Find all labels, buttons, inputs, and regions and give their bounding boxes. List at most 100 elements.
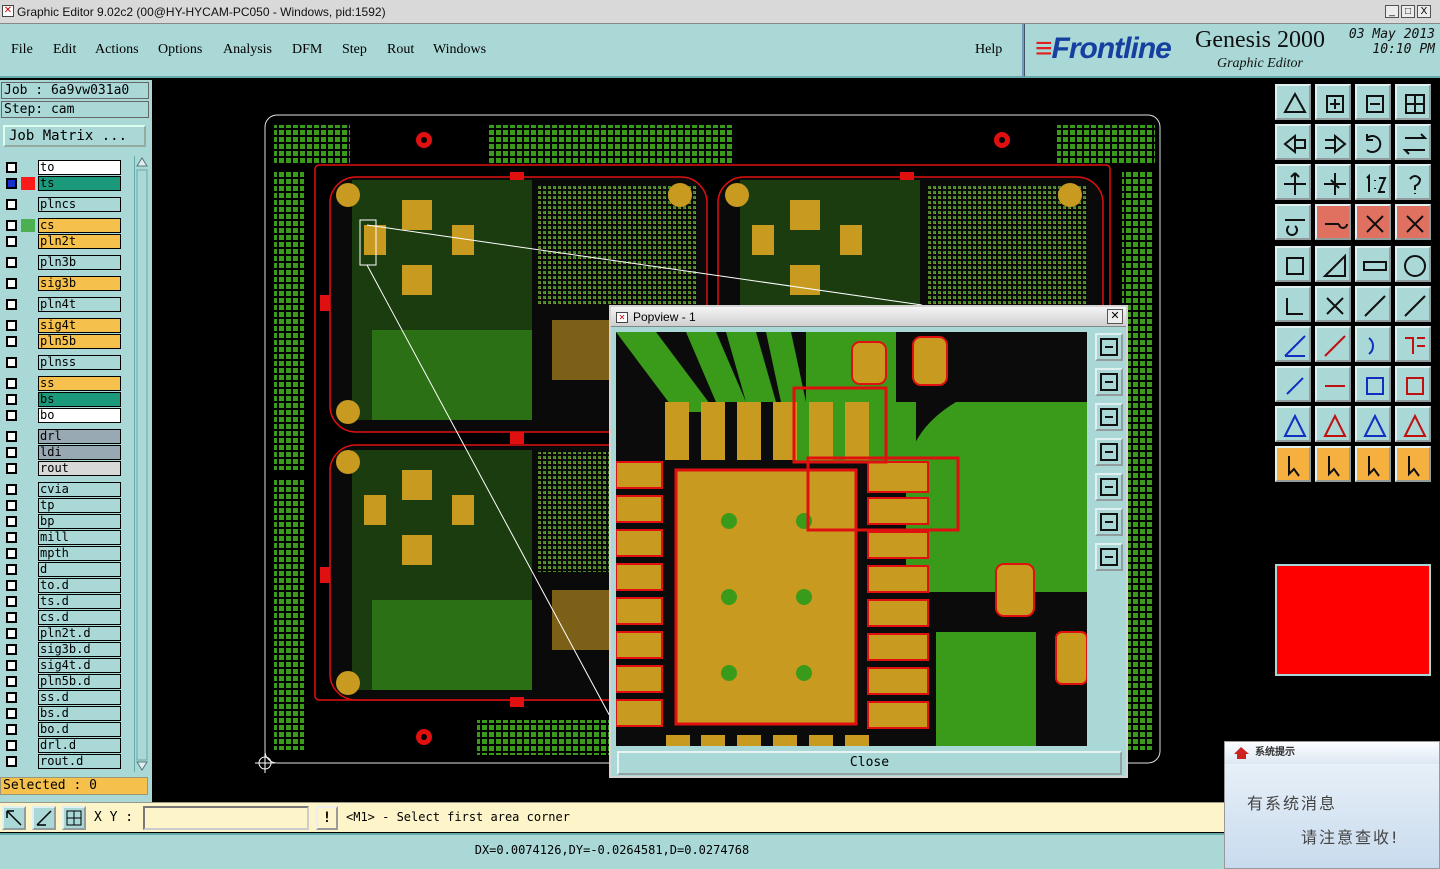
swap-button[interactable] bbox=[1395, 124, 1431, 160]
layer-name[interactable]: bo bbox=[38, 408, 121, 423]
layer-row-plncs[interactable]: plncs bbox=[3, 197, 121, 212]
layer-name[interactable]: cs.d bbox=[38, 610, 121, 625]
layer-name[interactable]: sig3b.d bbox=[38, 642, 121, 657]
layer-checkbox[interactable] bbox=[6, 484, 17, 495]
triangle-b-button[interactable] bbox=[1315, 406, 1351, 442]
layer-row-bp[interactable]: bp bbox=[3, 514, 121, 529]
layer-row-sig3b[interactable]: sig3b bbox=[3, 276, 121, 291]
zoom-out-button[interactable] bbox=[1355, 84, 1391, 120]
fit-button[interactable] bbox=[1275, 164, 1311, 200]
popview-zoom-out-button[interactable] bbox=[1095, 403, 1123, 431]
popview-close-button[interactable]: Close bbox=[617, 751, 1122, 775]
tool-a-button[interactable] bbox=[1275, 204, 1311, 240]
arrow-area-button[interactable] bbox=[1355, 446, 1391, 482]
triangle-a-button[interactable] bbox=[1275, 406, 1311, 442]
popview-pan-left-button[interactable] bbox=[1095, 438, 1123, 466]
popview-pan-right-button[interactable] bbox=[1095, 473, 1123, 501]
layer-scrollbar[interactable] bbox=[134, 156, 148, 772]
layer-checkbox[interactable] bbox=[6, 431, 17, 442]
pan-right-button[interactable] bbox=[1315, 124, 1351, 160]
arrow-move-button[interactable] bbox=[1395, 446, 1431, 482]
layer-name[interactable]: mpth bbox=[38, 546, 121, 561]
layer-checkbox[interactable] bbox=[6, 500, 17, 511]
popview-fit-button[interactable] bbox=[1095, 333, 1123, 361]
layer-row-pln2t-d[interactable]: pln2t.d bbox=[3, 626, 121, 641]
layer-name[interactable]: pln5b bbox=[38, 334, 121, 349]
layer-checkbox[interactable] bbox=[6, 516, 17, 527]
layer-checkbox[interactable] bbox=[6, 756, 17, 767]
layer-name[interactable]: mill bbox=[38, 530, 121, 545]
popview-close-icon[interactable]: ✕ bbox=[1107, 309, 1123, 324]
arrow-select-button[interactable] bbox=[1315, 446, 1351, 482]
layer-row-sig3b-d[interactable]: sig3b.d bbox=[3, 642, 121, 657]
color-swap-button[interactable] bbox=[1315, 246, 1351, 282]
layer-name[interactable]: drl.d bbox=[38, 738, 121, 753]
layer-row-ts-d[interactable]: ts.d bbox=[3, 594, 121, 609]
menu-options[interactable]: Options bbox=[158, 42, 202, 58]
layer-checkbox[interactable] bbox=[6, 394, 17, 405]
minimize-button[interactable]: _ bbox=[1385, 5, 1399, 18]
job-matrix-button[interactable]: Job Matrix ... bbox=[3, 125, 146, 147]
layer-row-d[interactable]: d bbox=[3, 562, 121, 577]
select-black-button[interactable] bbox=[1275, 246, 1311, 282]
layer-row-ss[interactable]: ss bbox=[3, 376, 121, 391]
layer-row-cvia[interactable]: cvia bbox=[3, 482, 121, 497]
popview-zoom-in-button[interactable] bbox=[1095, 368, 1123, 396]
layer-name[interactable]: d bbox=[38, 562, 121, 577]
layer-row-bs[interactable]: bs bbox=[3, 392, 121, 407]
angle-button[interactable] bbox=[1275, 326, 1311, 362]
menu-step[interactable]: Step bbox=[342, 42, 367, 58]
layer-name[interactable]: ss.d bbox=[38, 690, 121, 705]
pan-left-button[interactable] bbox=[1275, 124, 1311, 160]
layer-name[interactable]: rout bbox=[38, 461, 121, 476]
layer-checkbox[interactable] bbox=[6, 724, 17, 735]
layer-row-to-d[interactable]: to.d bbox=[3, 578, 121, 593]
menu-help[interactable]: Help bbox=[975, 42, 1002, 58]
layer-name[interactable]: pln2t.d bbox=[38, 626, 121, 641]
xy-input[interactable] bbox=[143, 806, 309, 830]
layer-name[interactable]: bs bbox=[38, 392, 121, 407]
layer-row-cs-d[interactable]: cs.d bbox=[3, 610, 121, 625]
tool-d-button[interactable] bbox=[1395, 204, 1431, 240]
layer-name[interactable]: ts.d bbox=[38, 594, 121, 609]
layer-checkbox[interactable] bbox=[6, 220, 17, 231]
layer-checkbox[interactable] bbox=[6, 257, 17, 268]
snap-tool-button[interactable] bbox=[2, 806, 26, 830]
tool-c-button[interactable] bbox=[1355, 204, 1391, 240]
layer-checkbox[interactable] bbox=[6, 740, 17, 751]
layer-row-to[interactable]: to bbox=[3, 160, 121, 175]
layer-row-rout-d[interactable]: rout.d bbox=[3, 754, 121, 769]
zoom-area-button[interactable] bbox=[1395, 84, 1431, 120]
layer-checkbox[interactable] bbox=[6, 236, 17, 247]
layer-checkbox[interactable] bbox=[6, 660, 17, 671]
redraw-button[interactable] bbox=[1355, 124, 1391, 160]
layer-row-pln4t[interactable]: pln4t bbox=[3, 297, 121, 312]
layer-name[interactable]: tp bbox=[38, 498, 121, 513]
menu-actions[interactable]: Actions bbox=[95, 42, 139, 58]
alert-button[interactable]: ! bbox=[316, 806, 338, 830]
node-button[interactable] bbox=[1275, 286, 1311, 322]
layer-row-ss-d[interactable]: ss.d bbox=[3, 690, 121, 705]
grid-tool-button[interactable] bbox=[62, 806, 86, 830]
snap-point-button[interactable] bbox=[1315, 286, 1351, 322]
help-button[interactable] bbox=[1395, 164, 1431, 200]
layer-name[interactable]: cs bbox=[38, 218, 121, 233]
layer-name[interactable]: sig3b bbox=[38, 276, 121, 291]
layer-checkbox[interactable] bbox=[6, 676, 17, 687]
layer-name[interactable]: pln5b.d bbox=[38, 674, 121, 689]
ratio-button[interactable] bbox=[1355, 164, 1391, 200]
layer-checkbox[interactable] bbox=[6, 162, 17, 173]
system-message-popup[interactable]: 系统提示 有系统消息 请注意查收! bbox=[1224, 741, 1440, 869]
layer-row-mpth[interactable]: mpth bbox=[3, 546, 121, 561]
layer-checkbox[interactable] bbox=[6, 708, 17, 719]
menu-dfm[interactable]: DFM bbox=[292, 42, 322, 58]
layer-checkbox[interactable] bbox=[6, 644, 17, 655]
layer-checkbox[interactable] bbox=[6, 596, 17, 607]
bracket-button[interactable] bbox=[1355, 366, 1391, 402]
triangle-d-button[interactable] bbox=[1395, 406, 1431, 442]
layer-checkbox[interactable] bbox=[6, 278, 17, 289]
layer-name[interactable]: bs.d bbox=[38, 706, 121, 721]
menu-edit[interactable]: Edit bbox=[53, 42, 76, 58]
layer-checkbox[interactable] bbox=[6, 178, 17, 189]
layer-checkbox[interactable] bbox=[6, 548, 17, 559]
